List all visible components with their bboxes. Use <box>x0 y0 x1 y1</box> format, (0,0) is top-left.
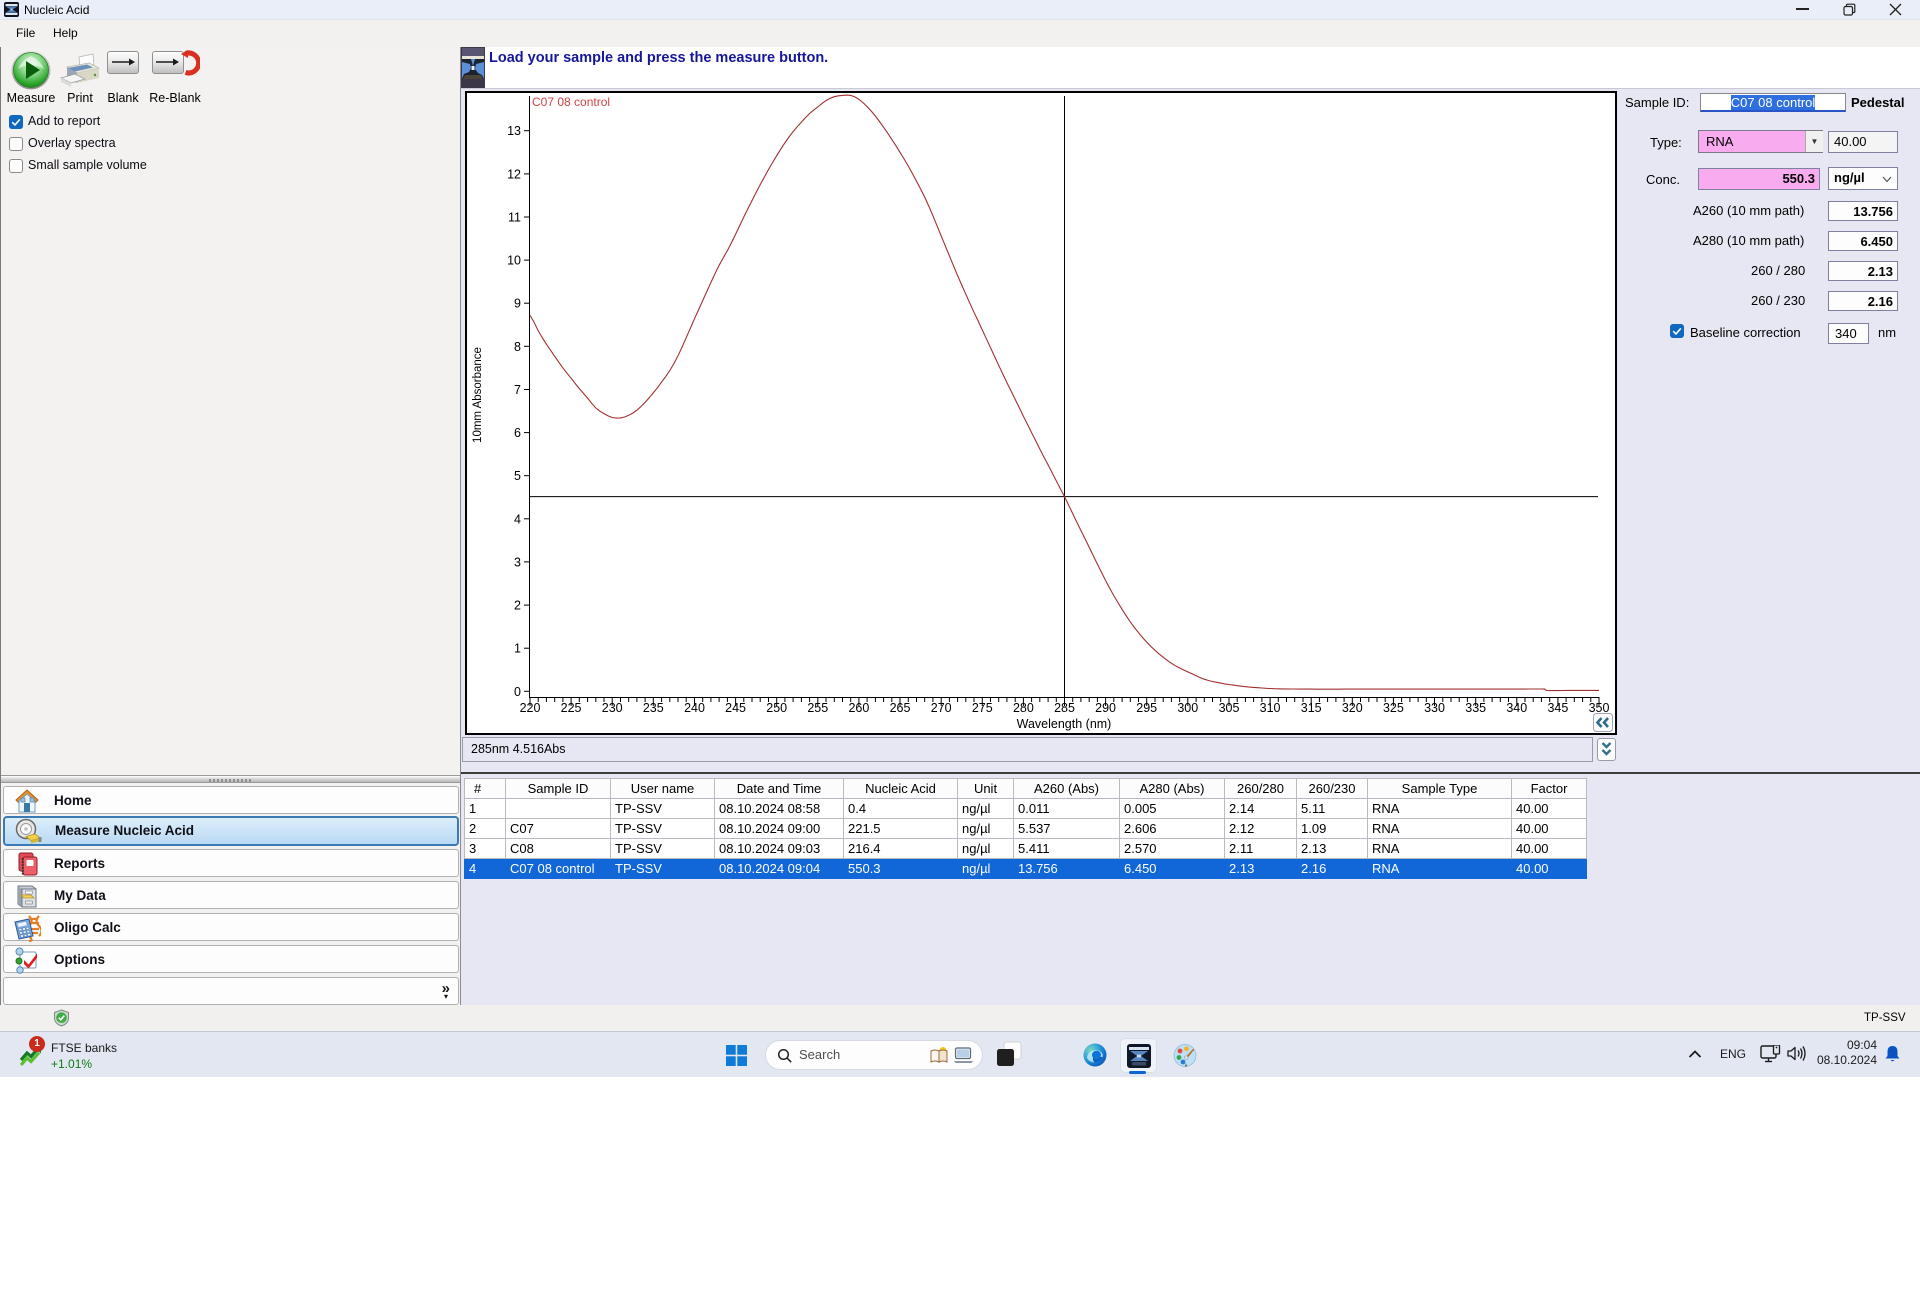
svg-text:350: 350 <box>1589 701 1610 715</box>
svg-text:315: 315 <box>1301 701 1322 715</box>
svg-text:220: 220 <box>520 701 541 715</box>
svg-text:305: 305 <box>1219 701 1240 715</box>
svg-text:4: 4 <box>514 512 521 526</box>
svg-text:225: 225 <box>561 701 582 715</box>
svg-text:10mm Absorbance: 10mm Absorbance <box>472 347 484 443</box>
svg-text:11: 11 <box>508 211 521 225</box>
svg-text:345: 345 <box>1547 701 1568 715</box>
svg-text:2: 2 <box>514 599 521 613</box>
svg-text:285: 285 <box>1054 701 1075 715</box>
svg-text:260: 260 <box>848 701 869 715</box>
svg-text:235: 235 <box>643 701 664 715</box>
svg-text:9: 9 <box>514 297 521 311</box>
svg-text:1: 1 <box>514 642 521 656</box>
svg-text:13: 13 <box>507 124 521 138</box>
svg-text:230: 230 <box>602 701 623 715</box>
svg-text:280: 280 <box>1013 701 1034 715</box>
svg-text:7: 7 <box>514 383 521 397</box>
svg-text:275: 275 <box>972 701 993 715</box>
svg-text:8: 8 <box>514 340 521 354</box>
svg-text:6: 6 <box>514 426 521 440</box>
svg-text:265: 265 <box>890 701 911 715</box>
svg-text:250: 250 <box>766 701 787 715</box>
svg-text:270: 270 <box>931 701 952 715</box>
svg-text:340: 340 <box>1506 701 1527 715</box>
svg-text:3: 3 <box>514 555 521 569</box>
svg-text:255: 255 <box>807 701 828 715</box>
svg-text:5: 5 <box>514 469 521 483</box>
svg-text:310: 310 <box>1260 701 1281 715</box>
svg-text:12: 12 <box>507 167 521 181</box>
svg-text:335: 335 <box>1465 701 1486 715</box>
svg-text:295: 295 <box>1136 701 1157 715</box>
svg-text:240: 240 <box>684 701 705 715</box>
svg-text:0: 0 <box>514 685 521 699</box>
svg-text:325: 325 <box>1383 701 1404 715</box>
svg-text:C07 08 control: C07 08 control <box>532 95 610 109</box>
svg-text:10: 10 <box>507 254 521 268</box>
svg-text:330: 330 <box>1424 701 1445 715</box>
svg-text:Wavelength (nm): Wavelength (nm) <box>1017 717 1112 731</box>
svg-text:290: 290 <box>1095 701 1116 715</box>
svg-text:245: 245 <box>725 701 746 715</box>
svg-text:300: 300 <box>1177 701 1198 715</box>
svg-text:320: 320 <box>1342 701 1363 715</box>
